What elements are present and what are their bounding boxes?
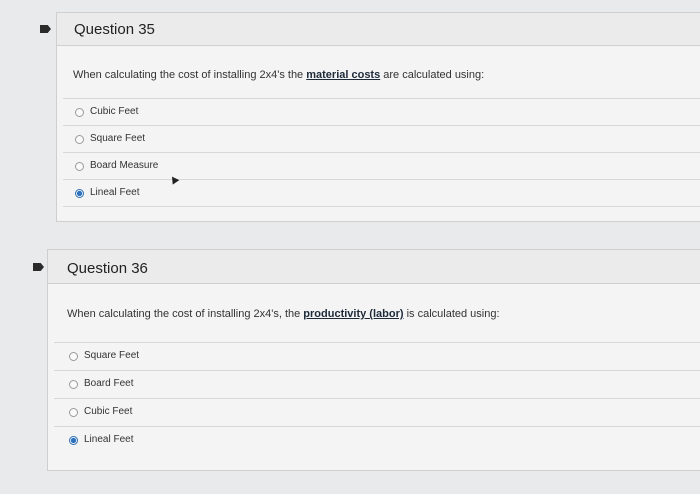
radio-button[interactable] bbox=[69, 380, 78, 389]
question-36-header: Question 36 bbox=[48, 250, 700, 284]
options-bottom-rule bbox=[63, 206, 700, 233]
answer-option[interactable]: Board Measure bbox=[63, 152, 700, 179]
answer-option[interactable]: Cubic Feet bbox=[54, 398, 700, 426]
answer-option[interactable]: Board Feet bbox=[54, 370, 700, 398]
question-35-keyword: material costs bbox=[306, 69, 381, 81]
question-36-card: Question 36 When calculating the cost of… bbox=[47, 249, 700, 471]
question-35-card: Question 35 When calculating the cost of… bbox=[56, 12, 700, 222]
question-36-text: When calculating the cost of installing … bbox=[67, 308, 500, 320]
answer-option[interactable]: Square Feet bbox=[54, 342, 700, 370]
option-label: Lineal Feet bbox=[84, 434, 134, 445]
option-label: Cubic Feet bbox=[90, 106, 139, 117]
answer-option[interactable]: Cubic Feet bbox=[63, 98, 700, 125]
option-label: Board Measure bbox=[90, 160, 159, 171]
answer-option[interactable]: Lineal Feet bbox=[63, 179, 700, 206]
question-35-text: When calculating the cost of installing … bbox=[73, 69, 485, 81]
option-label: Square Feet bbox=[90, 133, 146, 144]
option-label: Square Feet bbox=[84, 350, 140, 361]
option-label: Lineal Feet bbox=[90, 187, 140, 198]
question-flag-icon[interactable] bbox=[40, 25, 51, 33]
radio-button-selected[interactable] bbox=[75, 189, 84, 198]
radio-button[interactable] bbox=[69, 352, 78, 361]
question-flag-icon[interactable] bbox=[33, 263, 44, 271]
answer-option[interactable]: Lineal Feet bbox=[54, 426, 700, 454]
radio-button[interactable] bbox=[75, 108, 84, 117]
radio-button[interactable] bbox=[75, 135, 84, 144]
radio-button[interactable] bbox=[69, 408, 78, 417]
question-35-title: Question 35 bbox=[74, 21, 155, 38]
answer-option[interactable]: Square Feet bbox=[63, 125, 700, 152]
radio-button-selected[interactable] bbox=[69, 436, 78, 445]
question-36-title: Question 36 bbox=[67, 260, 148, 277]
question-36-keyword: productivity (labor) bbox=[303, 308, 404, 320]
option-label: Cubic Feet bbox=[84, 406, 133, 417]
option-label: Board Feet bbox=[84, 378, 134, 389]
radio-button[interactable] bbox=[75, 162, 84, 171]
question-35-header: Question 35 bbox=[57, 13, 700, 46]
